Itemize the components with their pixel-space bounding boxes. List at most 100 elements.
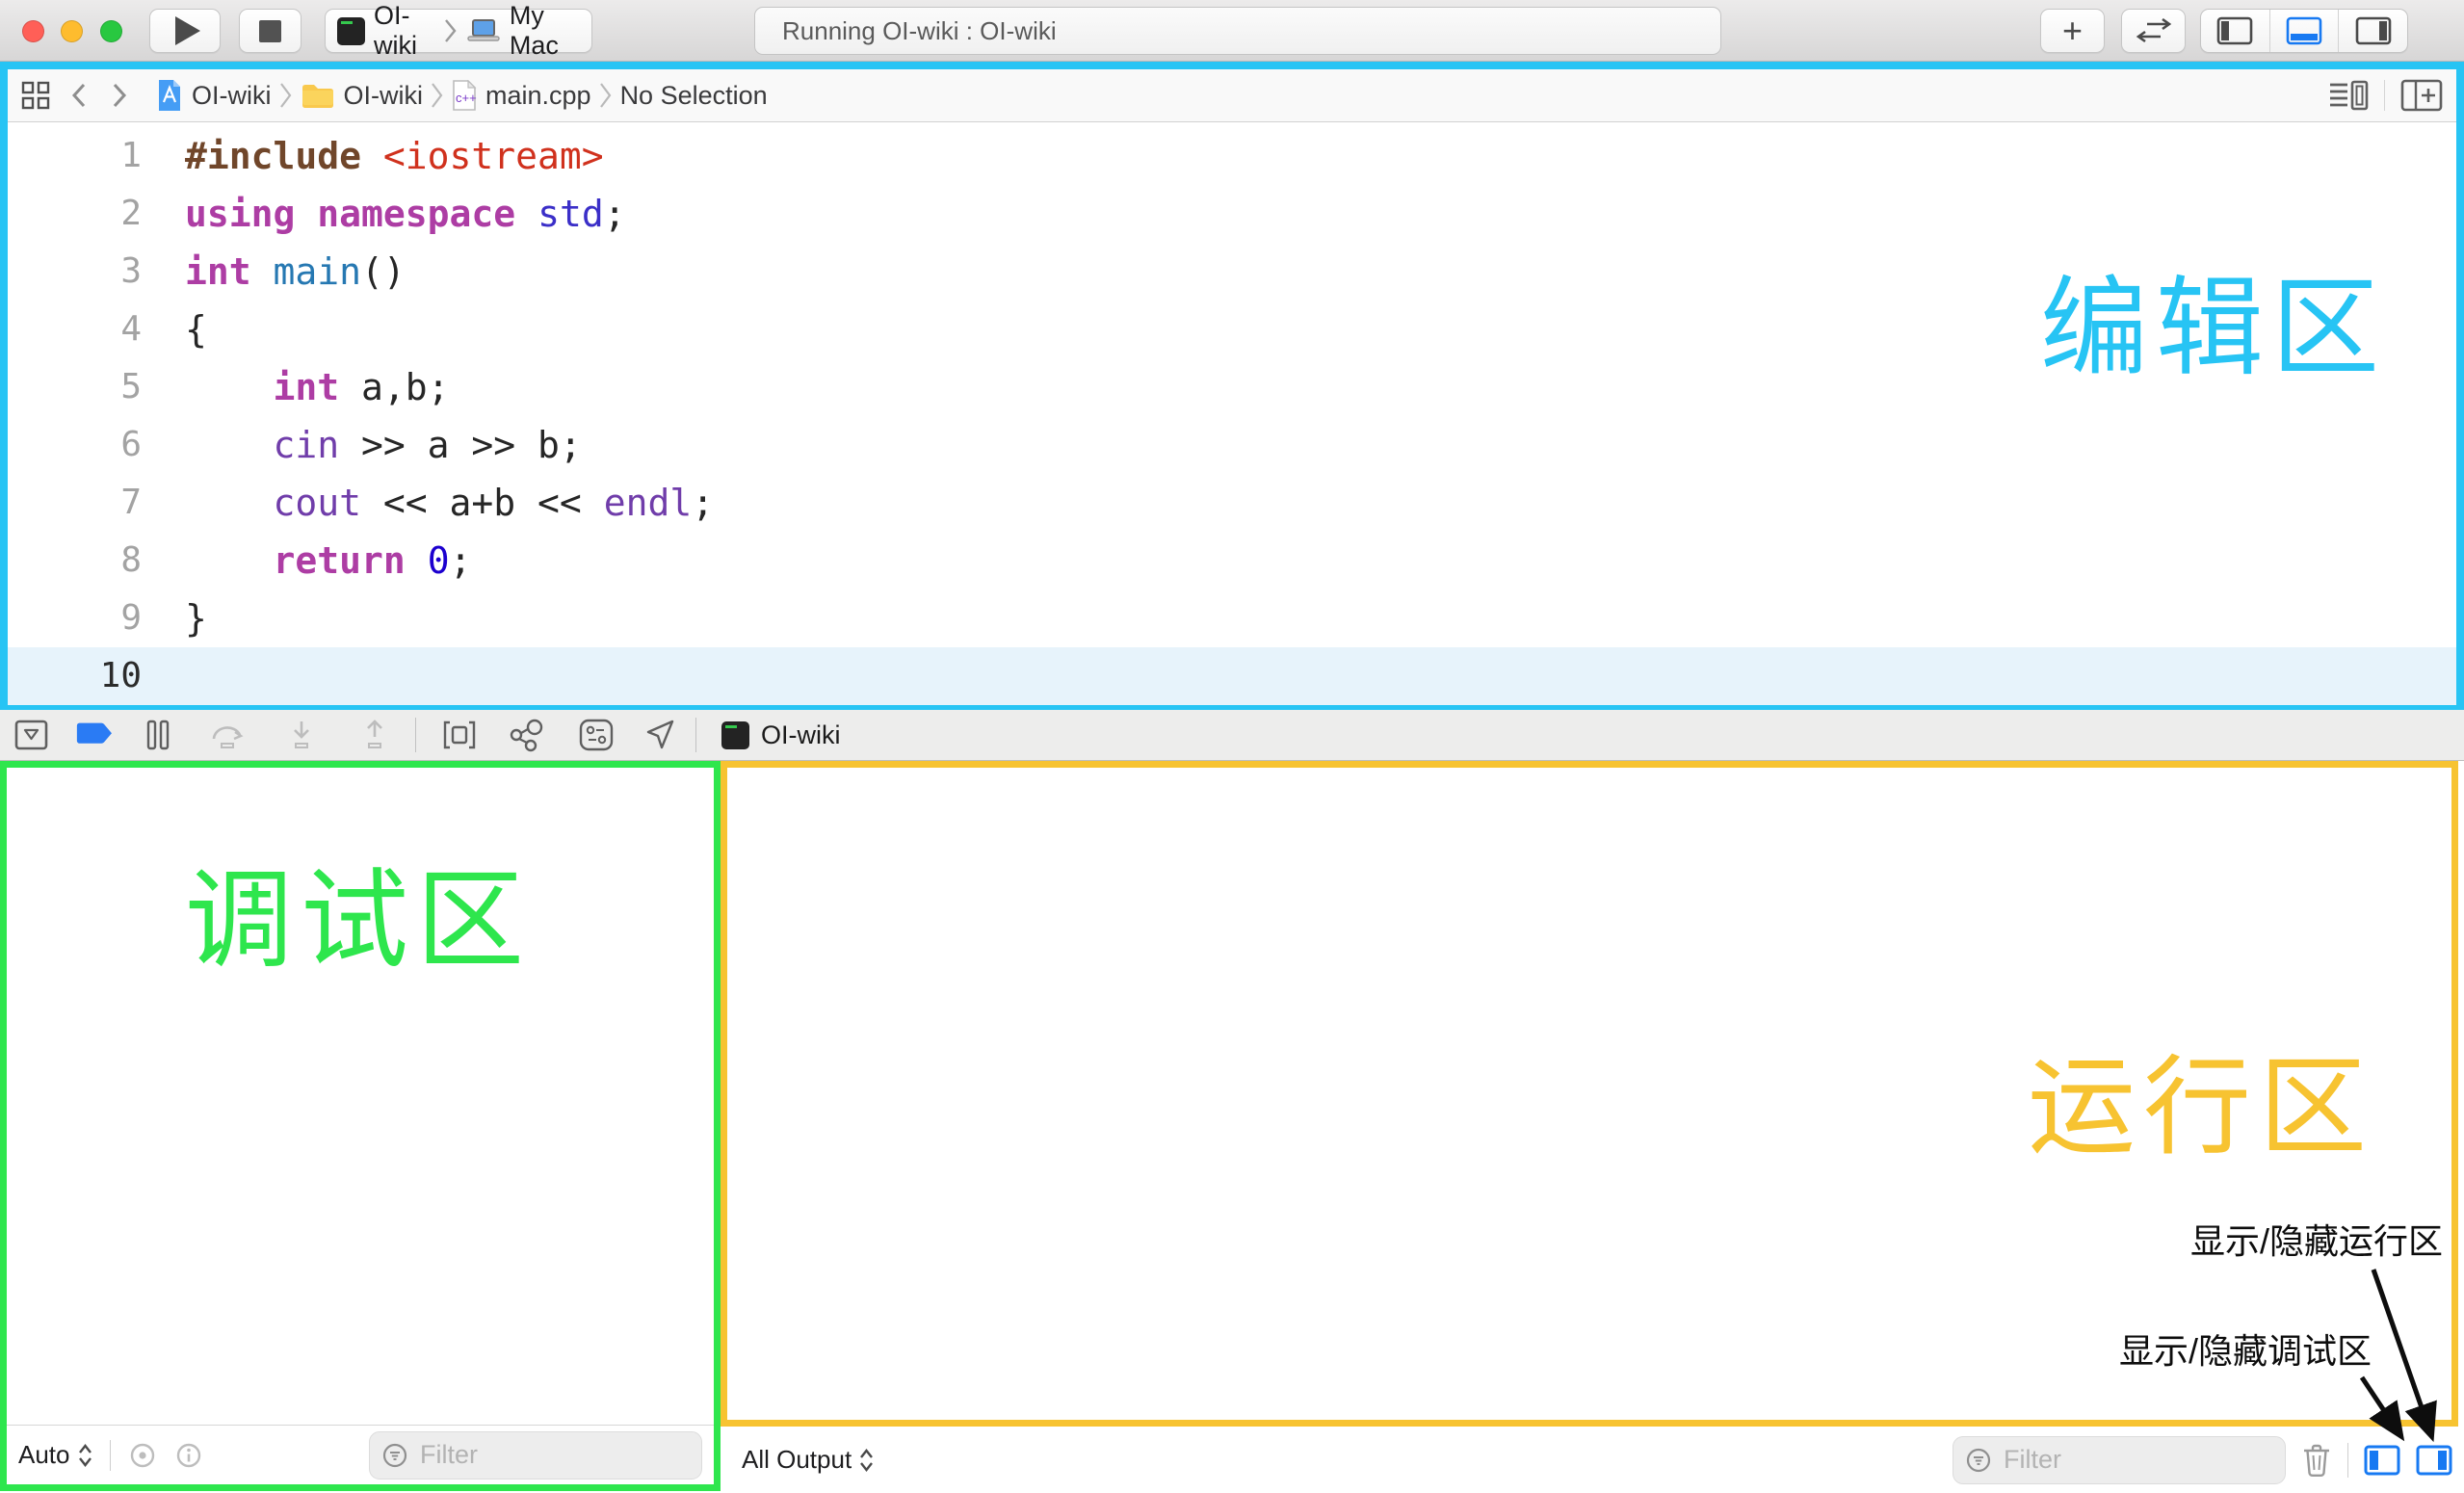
inspector-panel-icon [2355, 16, 2392, 45]
environment-overrides-button[interactable] [578, 719, 615, 751]
code-text: cout << a+b << endl; [142, 474, 714, 532]
variables-scope-dropdown[interactable]: Auto [18, 1440, 92, 1470]
quick-look-icon[interactable] [128, 1441, 157, 1470]
annotation-toggle-console: 显示/隐藏运行区 [2190, 1214, 2443, 1264]
simulate-location-button[interactable] [643, 719, 676, 751]
title-bar: OI-wiki My Mac Running OI-wiki : OI-wiki… [0, 0, 2464, 62]
forward-icon[interactable] [112, 82, 127, 109]
step-over-button[interactable] [209, 720, 248, 750]
toggle-navigator-button[interactable] [2201, 10, 2269, 52]
scheme-selector[interactable]: OI-wiki My Mac [325, 9, 592, 53]
toggle-debug-area-button[interactable] [2269, 10, 2339, 52]
chevron-separator-icon [444, 18, 458, 43]
debug-bar: OI-wiki [0, 710, 2464, 761]
stop-button[interactable] [239, 9, 301, 53]
add-editor-icon[interactable] [2400, 79, 2443, 112]
step-into-button[interactable] [282, 720, 321, 750]
code-line[interactable]: 7 cout << a+b << endl; [8, 474, 2456, 532]
code-lines: 1#include <iostream>2using namespace std… [8, 127, 2456, 705]
console-scope-dropdown[interactable]: All Output [742, 1445, 874, 1475]
run-button[interactable] [149, 9, 221, 53]
line-number[interactable]: 5 [8, 358, 142, 416]
hide-debug-area-button[interactable] [14, 720, 49, 750]
close-window-button[interactable] [22, 20, 44, 42]
line-number[interactable]: 3 [8, 243, 142, 301]
info-icon[interactable] [174, 1441, 203, 1470]
source-editor[interactable]: 1#include <iostream>2using namespace std… [8, 122, 2456, 702]
debug-variables-area: 调试区 Auto [0, 761, 721, 1491]
breakpoints-toggle-button[interactable] [76, 720, 118, 749]
debug-process-selector[interactable]: OI-wiki [721, 720, 841, 750]
annotation-toggle-variables: 显示/隐藏调试区 [2119, 1323, 2372, 1374]
toggle-inspector-button[interactable] [2338, 10, 2407, 52]
bar-divider [2347, 1443, 2348, 1478]
code-text: int main() [142, 243, 406, 301]
breadcrumb-label: No Selection [620, 81, 768, 111]
breadcrumb-project[interactable]: OI-wiki [156, 79, 272, 112]
step-into-icon [282, 720, 321, 750]
code-line[interactable]: 10 [8, 647, 2456, 705]
line-number[interactable]: 6 [8, 416, 142, 474]
breadcrumb-selection[interactable]: No Selection [620, 81, 768, 111]
code-text: int a,b; [142, 358, 450, 416]
code-line[interactable]: 5 int a,b; [8, 358, 2456, 416]
folder-icon [301, 82, 335, 109]
editor-mode-button[interactable] [2121, 9, 2186, 53]
play-icon [175, 16, 200, 45]
project-file-icon [156, 79, 183, 112]
clear-console-trash-icon[interactable] [2301, 1443, 2332, 1478]
zoom-window-button[interactable] [100, 20, 122, 42]
variables-filter-field[interactable] [369, 1431, 702, 1480]
related-items-icon[interactable] [21, 81, 50, 110]
step-out-button[interactable] [355, 720, 394, 750]
code-line[interactable]: 2using namespace std; [8, 185, 2456, 243]
code-line[interactable]: 8 return 0; [8, 532, 2456, 589]
console-area-label: 运行区 [2028, 1020, 2374, 1176]
code-text: using namespace std; [142, 185, 626, 243]
code-line[interactable]: 1#include <iostream> [8, 127, 2456, 185]
breadcrumb-separator-icon [431, 82, 444, 109]
code-line[interactable]: 4{ [8, 301, 2456, 358]
memory-graph-button[interactable] [509, 718, 547, 752]
process-name: OI-wiki [761, 720, 841, 750]
line-number[interactable]: 4 [8, 301, 142, 358]
panel-toggle-group [2200, 9, 2408, 53]
breadcrumb-separator-icon [279, 82, 293, 109]
line-number[interactable]: 8 [8, 532, 142, 589]
console-scope-label: All Output [742, 1445, 852, 1475]
view-hierarchy-button[interactable] [441, 720, 478, 750]
code-line[interactable]: 9} [8, 589, 2456, 647]
variables-filter-input[interactable] [418, 1439, 690, 1471]
double-arrow-icon [2134, 18, 2174, 43]
code-line[interactable]: 3int main() [8, 243, 2456, 301]
minimize-window-button[interactable] [61, 20, 83, 42]
pause-icon [145, 720, 170, 750]
console-filter-field[interactable] [1953, 1436, 2286, 1484]
variables-bottom-bar: Auto [7, 1425, 714, 1484]
step-over-icon [209, 720, 248, 750]
code-line[interactable]: 6 cin >> a >> b; [8, 416, 2456, 474]
debugbar-divider [695, 718, 696, 752]
pause-button[interactable] [145, 720, 170, 750]
breadcrumb-folder[interactable]: OI-wiki [301, 81, 424, 111]
toggle-variables-view-icon[interactable] [2364, 1445, 2400, 1476]
filter-icon [1965, 1447, 1992, 1474]
line-number[interactable]: 1 [8, 127, 142, 185]
line-number[interactable]: 9 [8, 589, 142, 647]
scheme-target-label: OI-wiki [374, 1, 435, 61]
breadcrumb-file[interactable]: c++ main.cpp [452, 80, 591, 111]
line-number[interactable]: 2 [8, 185, 142, 243]
code-text: } [142, 589, 207, 647]
library-add-button[interactable]: + [2040, 9, 2105, 53]
debugbar-divider [415, 718, 416, 752]
step-out-icon [355, 720, 394, 750]
toggle-console-view-icon[interactable] [2416, 1445, 2452, 1476]
editor-area: OI-wiki OI-wiki c++ main.cpp [0, 62, 2464, 710]
xcode-window: OI-wiki My Mac Running OI-wiki : OI-wiki… [0, 0, 2464, 1493]
minimap-icon[interactable] [2328, 80, 2369, 111]
console-filter-input[interactable] [2002, 1444, 2273, 1476]
line-number[interactable]: 7 [8, 474, 142, 532]
code-text: #include <iostream> [142, 127, 604, 185]
line-number[interactable]: 10 [8, 647, 142, 705]
back-icon[interactable] [71, 82, 87, 109]
